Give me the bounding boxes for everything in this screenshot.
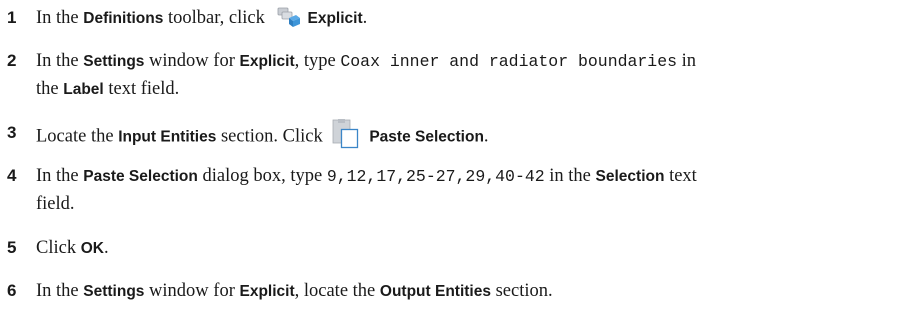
field-name: Selection bbox=[595, 168, 665, 185]
window-name: Settings bbox=[83, 53, 145, 70]
step-text: Click OK. bbox=[36, 238, 109, 258]
paste-selection-icon bbox=[331, 119, 359, 149]
step-text: In the Settings window for Explicit, typ… bbox=[36, 51, 697, 71]
step-number: 2 bbox=[7, 51, 17, 70]
step-number: 4 bbox=[7, 166, 17, 185]
section-name: Input Entities bbox=[118, 128, 217, 146]
step-text-continued: the Label text field. bbox=[36, 79, 180, 99]
step-number: 3 bbox=[7, 123, 17, 142]
step-text-continued: field. bbox=[36, 194, 75, 214]
step-text: In the Definitions toolbar, click Explic… bbox=[36, 7, 367, 30]
explicit-label: Explicit bbox=[307, 10, 363, 27]
field-name: Label bbox=[63, 81, 104, 98]
toolbar-name: Definitions bbox=[83, 10, 164, 27]
step-text: In the Settings window for Explicit, loc… bbox=[36, 281, 553, 301]
step-number: 5 bbox=[7, 238, 17, 257]
paste-selection-label: Paste Selection bbox=[369, 128, 484, 146]
step-number: 1 bbox=[7, 8, 17, 27]
ok-label: OK bbox=[80, 240, 104, 257]
step-text: Locate the Input Entities section. Click… bbox=[36, 119, 489, 152]
window-name: Settings bbox=[83, 283, 145, 300]
explicit-selection-icon bbox=[275, 6, 301, 28]
node-name: Explicit bbox=[239, 283, 295, 300]
typed-value: 9,12,17,25-27,29,40-42 bbox=[326, 167, 545, 186]
step-number: 6 bbox=[7, 281, 17, 300]
section-name: Output Entities bbox=[379, 283, 491, 300]
step-text: In the Paste Selection dialog box, type … bbox=[36, 166, 697, 186]
node-name: Explicit bbox=[239, 53, 295, 70]
typed-value: Coax inner and radiator boundaries bbox=[340, 52, 678, 71]
dialog-name: Paste Selection bbox=[83, 168, 198, 185]
